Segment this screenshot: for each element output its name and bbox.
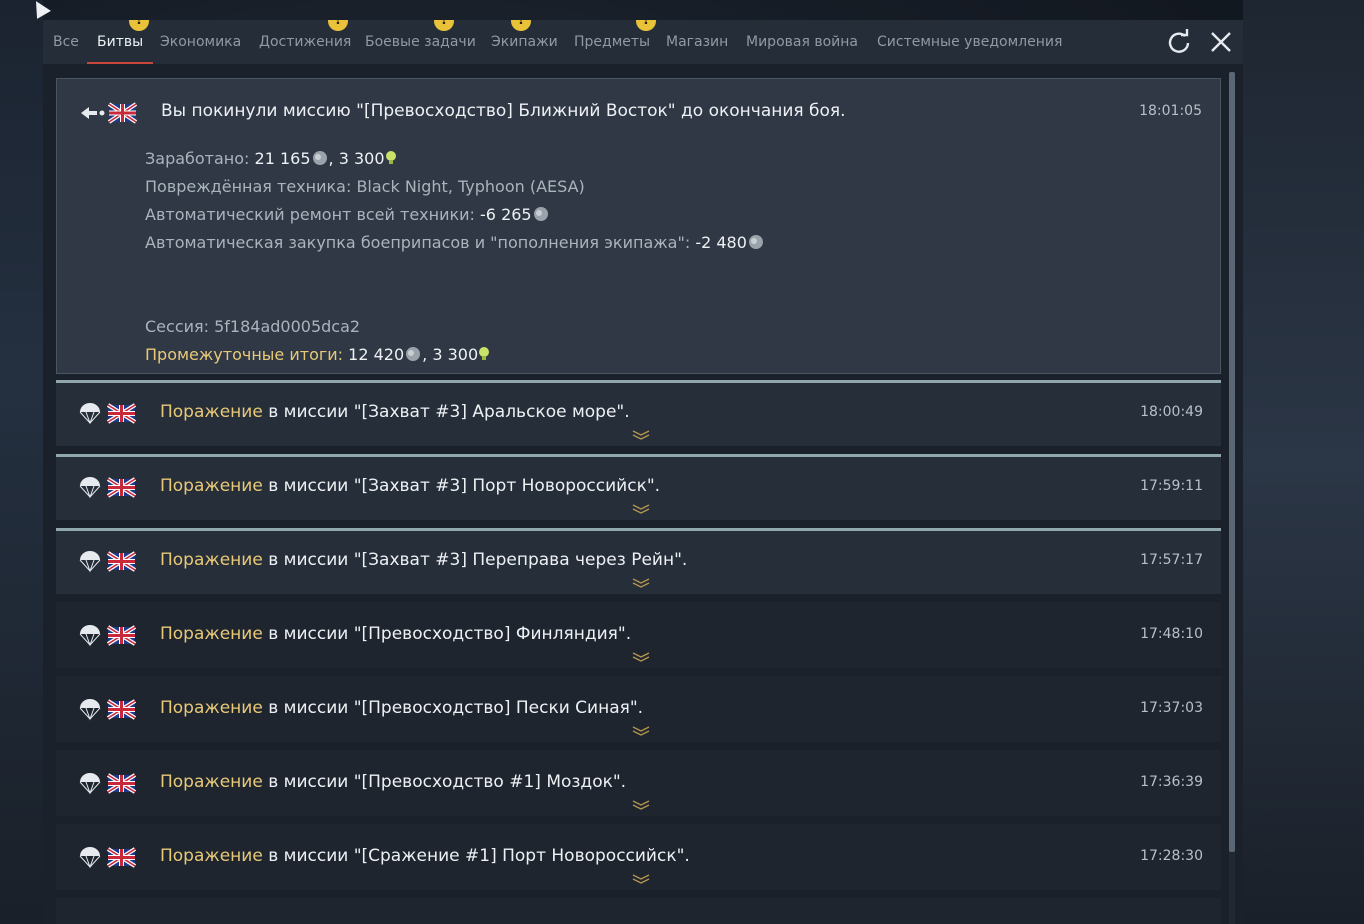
chevron-down-icon[interactable] — [632, 726, 650, 736]
notification-card-expanded[interactable]: Вы покинули миссию "[Превосходство] Ближ… — [56, 78, 1221, 374]
damaged-line: Повреждённая техника: Black Night, Typho… — [145, 177, 585, 196]
row-time: 17:48:10 — [1140, 626, 1203, 642]
chevron-down-icon[interactable] — [632, 578, 650, 588]
row-title: Поражение в миссии "[Превосходство #1] М… — [160, 772, 627, 792]
card-icons — [79, 101, 138, 125]
notification-time: 18:01:05 — [1139, 103, 1202, 119]
parachute-icon — [79, 403, 101, 425]
row-title: Поражение в миссии "[Превосходство] Песк… — [160, 698, 644, 718]
background-left — [0, 0, 43, 924]
tab-items[interactable]: Предметы! — [574, 20, 656, 64]
alert-icon: ! — [328, 20, 348, 31]
row-icons — [78, 549, 137, 573]
tab-economy[interactable]: Экономика — [160, 20, 241, 64]
notification-row[interactable]: Поражение в миссии "[Сражение #1] Порт Н… — [56, 824, 1221, 890]
close-icon — [1211, 32, 1231, 52]
row-title: Поражение в миссии "[Превосходство] Финл… — [160, 624, 632, 644]
tab-achievements[interactable]: Достижения! — [259, 20, 351, 64]
uk-flag-icon — [106, 625, 137, 646]
research-points-icon — [479, 347, 490, 360]
row-icons — [78, 475, 137, 499]
notification-row-partial[interactable] — [56, 898, 1221, 924]
row-time: 17:36:39 — [1140, 774, 1203, 790]
notification-row[interactable]: Поражение в миссии "[Превосходство] Финл… — [56, 602, 1221, 668]
tab-bar: Все Битвы! Экономика Достижения! Боевые … — [43, 20, 1243, 64]
tab-battles[interactable]: Битвы! — [87, 20, 154, 64]
chevron-down-icon[interactable] — [632, 652, 650, 662]
research-points-icon — [385, 151, 396, 164]
uk-flag-icon — [106, 477, 137, 498]
notification-title: Вы покинули миссию "[Превосходство] Ближ… — [161, 101, 846, 121]
repair-line: Автоматический ремонт всей техники: -6 2… — [145, 205, 550, 224]
notification-row[interactable]: Поражение в миссии "[Превосходство #1] М… — [56, 750, 1221, 816]
uk-flag-icon — [106, 403, 137, 424]
row-title: Поражение в миссии "[Захват #3] Порт Нов… — [160, 476, 661, 496]
notification-row[interactable]: Поражение в миссии "[Захват #3] Переправ… — [56, 528, 1221, 594]
ammo-line: Автоматическая закупка боеприпасов и "по… — [145, 233, 765, 252]
row-icons — [78, 845, 137, 869]
tab-battle-tasks[interactable]: Боевые задачи! — [365, 20, 476, 64]
row-title: Поражение в миссии "[Сражение #1] Порт Н… — [160, 846, 690, 866]
uk-flag-icon — [106, 773, 137, 794]
scrollbar-thumb[interactable] — [1229, 72, 1235, 852]
uk-flag-icon — [107, 102, 138, 124]
tab-world-war[interactable]: Мировая война — [746, 20, 858, 64]
row-time: 18:00:49 — [1140, 404, 1203, 420]
row-icons — [78, 401, 137, 425]
row-time: 17:59:11 — [1140, 478, 1203, 494]
earned-lions: 21 165 — [254, 149, 311, 168]
row-divider — [56, 454, 1221, 457]
row-icons — [78, 623, 137, 647]
earned-rp: 3 300 — [338, 149, 385, 168]
tab-shop[interactable]: Магазин — [666, 20, 728, 64]
row-icons — [78, 697, 137, 721]
row-title: Поражение в миссии "[Захват #3] Аральско… — [160, 402, 630, 422]
earned-line: Заработано: 21 165, 3 300 — [145, 149, 397, 168]
silver-lions-icon — [533, 207, 548, 221]
silver-lions-icon — [312, 151, 327, 165]
parachute-icon — [79, 625, 101, 647]
parachute-icon — [79, 847, 101, 869]
chevron-down-icon[interactable] — [632, 430, 650, 440]
uk-flag-icon — [106, 847, 137, 868]
silver-lions-icon — [748, 235, 763, 249]
row-title: Поражение в миссии "[Захват #3] Переправ… — [160, 550, 688, 570]
chevron-down-icon[interactable] — [632, 800, 650, 810]
active-tab-underline — [87, 62, 154, 64]
tab-all[interactable]: Все — [53, 20, 79, 64]
silver-lions-icon — [406, 347, 421, 361]
row-divider — [56, 380, 1221, 383]
notifications-window: Все Битвы! Экономика Достижения! Боевые … — [43, 20, 1243, 924]
parachute-icon — [79, 699, 101, 721]
alert-icon: ! — [636, 20, 656, 31]
background-right — [1243, 0, 1364, 924]
parachute-icon — [79, 773, 101, 795]
alert-icon: ! — [434, 20, 454, 31]
alert-icon: ! — [129, 20, 149, 31]
row-time: 17:57:17 — [1140, 552, 1203, 568]
parachute-icon — [79, 477, 101, 499]
uk-flag-icon — [106, 551, 137, 572]
uk-flag-icon — [106, 699, 137, 720]
notification-row[interactable]: Поражение в миссии "[Превосходство] Песк… — [56, 676, 1221, 742]
row-divider — [56, 528, 1221, 531]
chevron-down-icon[interactable] — [632, 504, 650, 514]
row-icons — [78, 771, 137, 795]
row-time: 17:28:30 — [1140, 848, 1203, 864]
tab-crews[interactable]: Экипажи! — [491, 20, 558, 64]
notification-row[interactable]: Поражение в миссии "[Захват #3] Порт Нов… — [56, 454, 1221, 520]
subtotal-line: Промежуточные итоги: 12 420, 3 300 — [145, 345, 490, 364]
session-line: Сессия: 5f184ad0005dca2 — [145, 317, 361, 336]
refresh-button[interactable] — [1163, 26, 1195, 58]
alert-icon: ! — [511, 20, 531, 31]
tab-system-notifications[interactable]: Системные уведомления — [877, 20, 1062, 64]
leave-mission-icon — [81, 107, 105, 119]
chevron-down-icon[interactable] — [632, 874, 650, 884]
row-time: 17:37:03 — [1140, 700, 1203, 716]
parachute-icon — [79, 551, 101, 573]
refresh-icon — [1168, 29, 1190, 53]
notification-row[interactable]: Поражение в миссии "[Захват #3] Аральско… — [56, 380, 1221, 446]
close-button[interactable] — [1205, 26, 1237, 58]
